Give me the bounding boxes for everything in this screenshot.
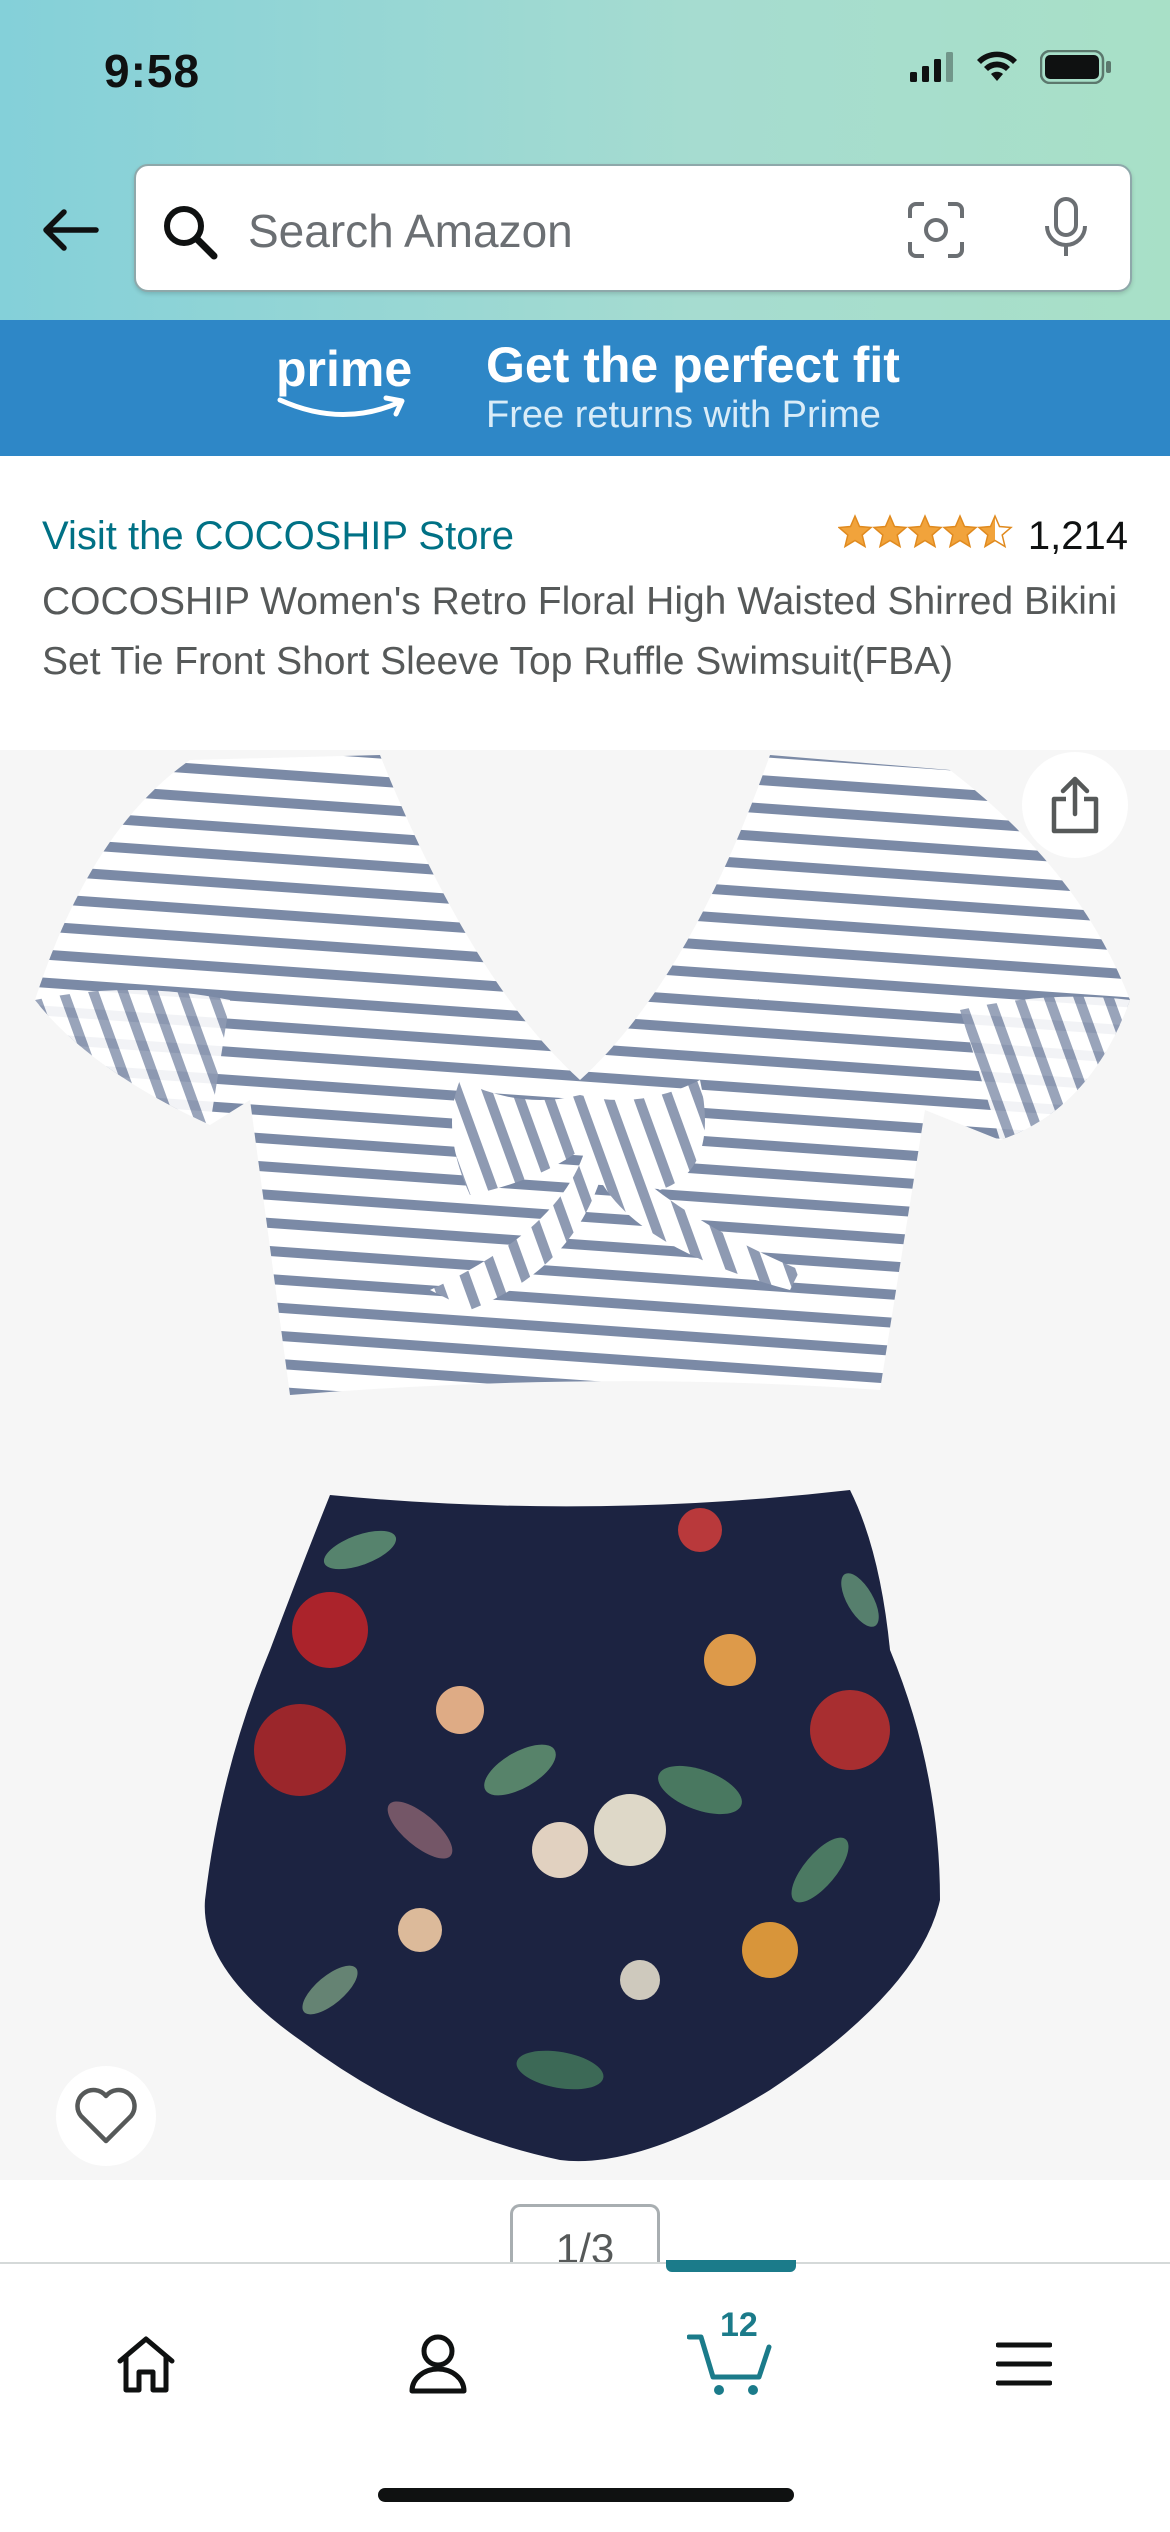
search-icon — [160, 202, 220, 267]
nav-menu[interactable] — [964, 2314, 1084, 2414]
wishlist-button[interactable] — [56, 2066, 156, 2166]
back-button[interactable] — [30, 190, 110, 270]
status-time: 9:58 — [104, 45, 201, 97]
share-icon — [1051, 776, 1099, 834]
account-icon — [409, 2334, 467, 2394]
prime-logo-text: prime — [276, 341, 413, 397]
prime-banner-subtitle: Free returns with Prime — [486, 394, 881, 436]
home-indicator — [378, 2488, 794, 2502]
heart-icon — [75, 2087, 137, 2144]
nav-account[interactable] — [378, 2314, 498, 2414]
camera-scan-icon[interactable] — [906, 200, 966, 265]
prime-smile-icon — [277, 395, 405, 417]
prime-banner[interactable]: prime Get the perfect fit Free returns w… — [0, 320, 1170, 456]
product-title: COCOSHIP Women's Retro Floral High Waist… — [42, 580, 1118, 683]
prime-banner-title: Get the perfect fit — [486, 337, 900, 393]
prime-logo: prime — [276, 340, 412, 431]
wifi-icon — [976, 51, 1018, 88]
share-button[interactable] — [1022, 752, 1128, 858]
product-image[interactable] — [0, 750, 1170, 2180]
cart-active-indicator — [666, 2260, 796, 2272]
status-icons — [910, 49, 1112, 89]
rating[interactable]: 1,214 — [837, 512, 1128, 560]
search-input[interactable]: Search Amazon — [248, 204, 573, 258]
cart-count-badge: 12 — [720, 2306, 758, 2344]
menu-icon — [996, 2342, 1052, 2386]
search-bar[interactable]: Search Amazon — [134, 164, 1132, 292]
rating-count: 1,214 — [1027, 513, 1128, 558]
store-link[interactable]: Visit the COCOSHIP Store — [42, 514, 514, 559]
home-icon — [117, 2336, 175, 2393]
image-pager: 1/3 — [510, 2204, 660, 2264]
battery-icon — [1039, 49, 1112, 89]
star-rating-icon — [837, 512, 1014, 560]
header: 9:58 Search Amazon — [0, 0, 1170, 320]
back-arrow-icon — [43, 209, 99, 251]
nav-home[interactable] — [86, 2314, 206, 2414]
microphone-icon[interactable] — [1042, 196, 1090, 267]
cellular-signal-icon — [910, 52, 954, 87]
swimsuit-image — [35, 755, 1130, 2162]
product-page: 9:58 Search Amazon prime Get the perfect… — [0, 0, 1170, 2532]
